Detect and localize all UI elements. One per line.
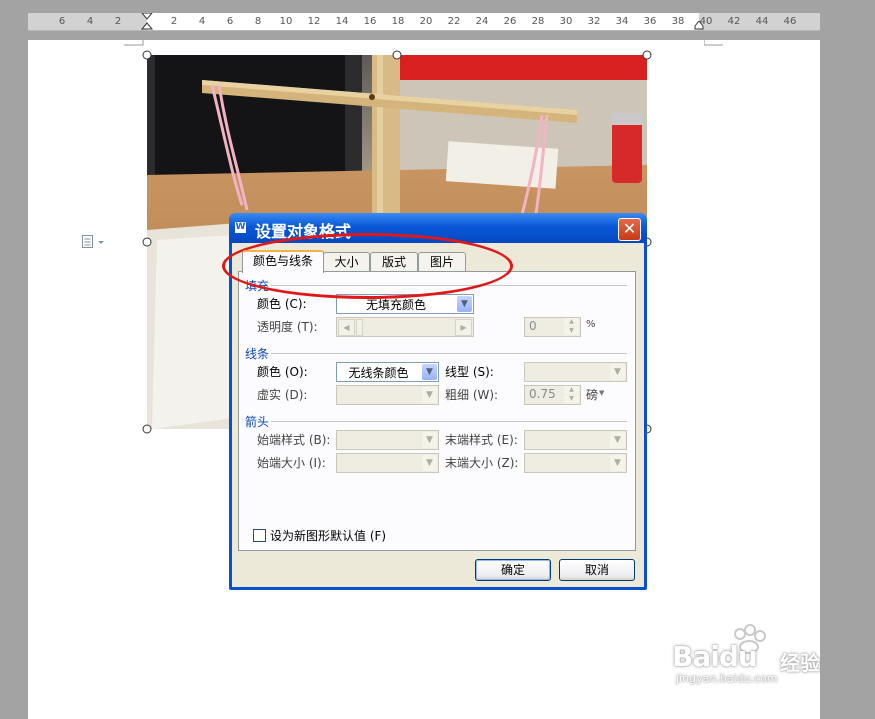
close-button[interactable]: ✕ [618, 218, 641, 241]
ruler-number: 44 [755, 16, 769, 27]
margin-corner-mark [124, 40, 144, 46]
begin-style-select[interactable]: ▼ [336, 430, 439, 450]
watermark-brand: Baidu [672, 640, 758, 673]
line-color-value: 无线条颜色 [348, 366, 409, 380]
ruler-number: 16 [363, 16, 377, 27]
section-line-heading: 线条 [245, 347, 270, 361]
default-checkbox[interactable] [253, 529, 266, 542]
section-arrows-heading: 箭头 [245, 415, 270, 429]
close-icon: ✕ [622, 219, 637, 238]
spin-down-icon: ▼ [564, 395, 579, 403]
chevron-down-icon: ▼ [422, 364, 437, 380]
resize-handle-top-right[interactable] [642, 50, 652, 60]
ruler-number: 24 [475, 16, 489, 27]
dash-label: 虚实 (D): [257, 388, 308, 402]
ruler-number: 6 [226, 16, 234, 27]
ruler-number: 28 [531, 16, 545, 27]
horizontal-ruler[interactable]: 6 4 2 2 4 6 8 10 12 14 16 18 20 22 24 26… [28, 13, 820, 31]
weight-value: 0.75 [529, 387, 556, 401]
chevron-down-icon: ▼ [610, 455, 625, 471]
section-divider [271, 421, 627, 422]
chevron-down-icon: ▼ [610, 432, 625, 448]
chevron-down-icon: ▼ [422, 455, 437, 471]
spin-down-icon: ▼ [564, 327, 579, 335]
transparency-label: 透明度 (T): [257, 320, 318, 334]
baidu-jingyan-watermark: Baidu 经验 jingyan.baidu.com [672, 622, 832, 685]
ruler-number: 30 [559, 16, 573, 27]
end-size-select[interactable]: ▼ [524, 453, 627, 473]
resize-handle-top[interactable] [392, 50, 402, 60]
right-indent-marker-icon[interactable] [694, 21, 704, 30]
fill-color-label: 颜色 (C): [257, 297, 307, 311]
ruler-number: 2 [170, 16, 178, 27]
ruler-number: 20 [419, 16, 433, 27]
ruler-number: 36 [643, 16, 657, 27]
chevron-down-icon: ▼ [610, 364, 625, 380]
cancel-button[interactable]: 取消 [559, 559, 635, 581]
end-style-select[interactable]: ▼ [524, 430, 627, 450]
chevron-down-icon: ▼ [422, 387, 437, 403]
ruler-number: 2 [114, 16, 122, 27]
line-color-select[interactable]: 无线条颜色 ▼ [336, 362, 439, 382]
spin-up-icon: ▲ [564, 386, 579, 394]
ruler-number: 6 [58, 16, 66, 27]
resize-handle-bottom-left[interactable] [142, 424, 152, 434]
ruler-number: 14 [335, 16, 349, 27]
wps-app-icon: W [235, 222, 246, 233]
ruler-number: 32 [587, 16, 601, 27]
weight-label: 粗细 (W): [445, 388, 499, 402]
ruler-number: 4 [198, 16, 206, 27]
line-color-label: 颜色 (O): [257, 365, 308, 379]
ok-button[interactable]: 确定 [475, 559, 551, 581]
transparency-value: 0 [529, 319, 537, 333]
layout-options-icon[interactable] [82, 235, 106, 249]
transparency-slider[interactable]: ◀ ▶ [336, 317, 474, 337]
dash-select[interactable]: ▼ [336, 385, 439, 405]
line-type-select[interactable]: ▼ [524, 362, 627, 382]
indent-marker-icon[interactable] [141, 13, 153, 30]
ruler-number: 10 [279, 16, 293, 27]
default-checkbox-label[interactable]: 设为新图形默认值 (F) [270, 527, 386, 544]
weight-unit[interactable]: 磅 [586, 386, 598, 403]
chevron-down-icon: ▼ [599, 389, 605, 397]
chevron-left-icon: ◀ [338, 319, 355, 336]
section-divider [271, 353, 627, 354]
line-type-label: 线型 (S): [445, 365, 494, 379]
end-style-label: 末端样式 (E): [445, 433, 518, 447]
begin-style-label: 始端样式 (B): [257, 433, 331, 447]
watermark-url: jingyan.baidu.com [676, 672, 778, 685]
ruler-number: 4 [86, 16, 94, 27]
weight-spinbox[interactable]: 0.75 ▲ ▼ [524, 385, 581, 405]
margin-corner-mark [704, 40, 723, 46]
chevron-down-icon: ▼ [457, 296, 472, 312]
ruler-number: 8 [254, 16, 262, 27]
tab-colors-and-lines[interactable]: 颜色与线条 [242, 250, 324, 273]
chevron-right-icon: ▶ [455, 319, 472, 336]
ruler-number: 42 [727, 16, 741, 27]
ruler-number: 22 [447, 16, 461, 27]
resize-handle-top-left[interactable] [142, 50, 152, 60]
ruler-number: 12 [307, 16, 321, 27]
ruler-number: 34 [615, 16, 629, 27]
ruler-number: 26 [503, 16, 517, 27]
ruler-number: 38 [671, 16, 685, 27]
chevron-down-icon: ▼ [422, 432, 437, 448]
begin-size-label: 始端大小 (I): [257, 456, 326, 470]
tab-panel-colors-and-lines: 填充 颜色 (C): 无填充颜色 ▼ 透明度 (T): ◀ ▶ 0 ▲ ▼ % … [238, 271, 636, 551]
resize-handle-left[interactable] [142, 237, 152, 247]
ruler-number: 46 [783, 16, 797, 27]
ruler-number: 18 [391, 16, 405, 27]
spin-up-icon: ▲ [564, 318, 579, 326]
watermark-brand-cn: 经验 [780, 651, 820, 675]
begin-size-select[interactable]: ▼ [336, 453, 439, 473]
transparency-spinbox[interactable]: 0 ▲ ▼ [524, 317, 581, 337]
end-size-label: 末端大小 (Z): [445, 456, 519, 470]
transparency-unit: % [586, 319, 596, 330]
slider-thumb[interactable] [356, 319, 363, 336]
